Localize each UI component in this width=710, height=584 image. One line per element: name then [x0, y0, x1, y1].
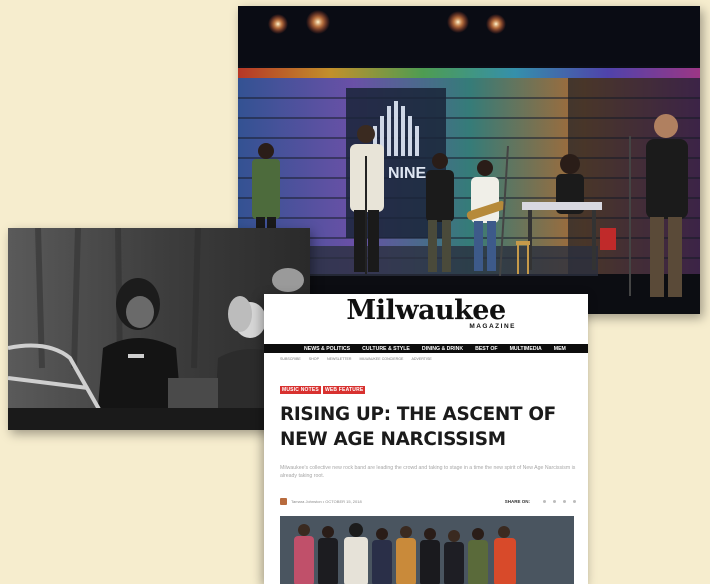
nav-news-politics[interactable]: NEWS & POLITICS [304, 346, 350, 352]
nav-multimedia[interactable]: MULTIMEDIA [510, 346, 542, 352]
nav-dining-drink[interactable]: DINING & DRINK [422, 346, 463, 352]
byline-row: Tamara Johnston • OCTOBER 15, 2018 SHARE… [280, 496, 576, 506]
nav-membership[interactable]: MEM [554, 346, 566, 352]
main-nav: NEWS & POLITICS CULTURE & STYLE DINING &… [264, 344, 588, 353]
magazine-logo[interactable]: Milwaukee [264, 296, 588, 326]
author-avatar [280, 497, 287, 505]
magazine-article-page: Milwaukee MAGAZINE NEWS & POLITICS CULTU… [264, 294, 588, 584]
masthead: Milwaukee MAGAZINE [264, 294, 588, 342]
article-headline: RISING UP: THE ASCENT OF NEW AGE NARCISS… [280, 404, 556, 450]
subnav-shop[interactable]: SHOP [309, 357, 319, 361]
band-group-photo [280, 516, 574, 584]
facebook-icon[interactable] [543, 499, 546, 503]
byline-text[interactable]: Tamara Johnston • OCTOBER 15, 2018 [291, 499, 505, 504]
performer-singer [350, 125, 384, 274]
pinterest-icon[interactable] [563, 499, 566, 503]
article-lead-image [280, 516, 574, 584]
band-members [294, 523, 516, 584]
subnav-advertise[interactable]: ADVERTISE [411, 357, 431, 361]
sub-nav: SUBSCRIBE SHOP NEWSLETTER MILWAUKEE CONC… [280, 357, 432, 361]
tag-music-notes[interactable]: MUSIC NOTES [280, 386, 321, 394]
category-tags: MUSIC NOTES WEB FEATURE [280, 386, 366, 394]
subnav-subscribe[interactable]: SUBSCRIBE [280, 357, 301, 361]
article-dek: Milwaukee's collective new rock band are… [280, 465, 576, 479]
email-icon[interactable] [573, 499, 576, 503]
twitter-icon[interactable] [553, 499, 556, 503]
share-label: SHARE ON: [504, 498, 530, 504]
subnav-newsletter[interactable]: NEWSLETTER [327, 357, 352, 361]
subnav-concierge[interactable]: MILWAUKEE CONCIERGE [360, 357, 404, 361]
nav-best-of[interactable]: BEST OF [475, 346, 497, 352]
nav-culture-style[interactable]: CULTURE & STYLE [362, 346, 410, 352]
tag-web-feature[interactable]: WEB FEATURE [322, 386, 366, 394]
backdrop-text: NINE [388, 165, 427, 182]
